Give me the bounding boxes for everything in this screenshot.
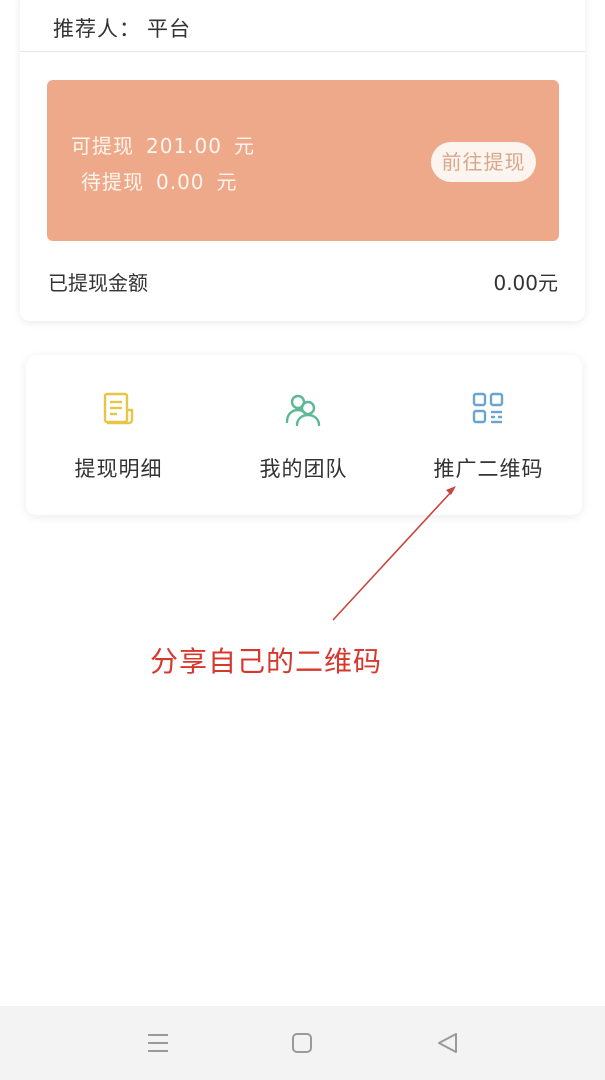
menu-icon[interactable]: [143, 1028, 173, 1058]
home-icon[interactable]: [287, 1028, 317, 1058]
annotation-arrow: [332, 486, 456, 621]
back-icon[interactable]: [433, 1028, 463, 1058]
page: 推荐人： 平台 可提现 201.00 元 待提现 0.00 元 前往提现 已提现金额 0.…: [0, 0, 605, 1080]
system-nav-bar: [0, 1006, 605, 1080]
annotation-text: 分享自己的二维码: [150, 645, 383, 678]
